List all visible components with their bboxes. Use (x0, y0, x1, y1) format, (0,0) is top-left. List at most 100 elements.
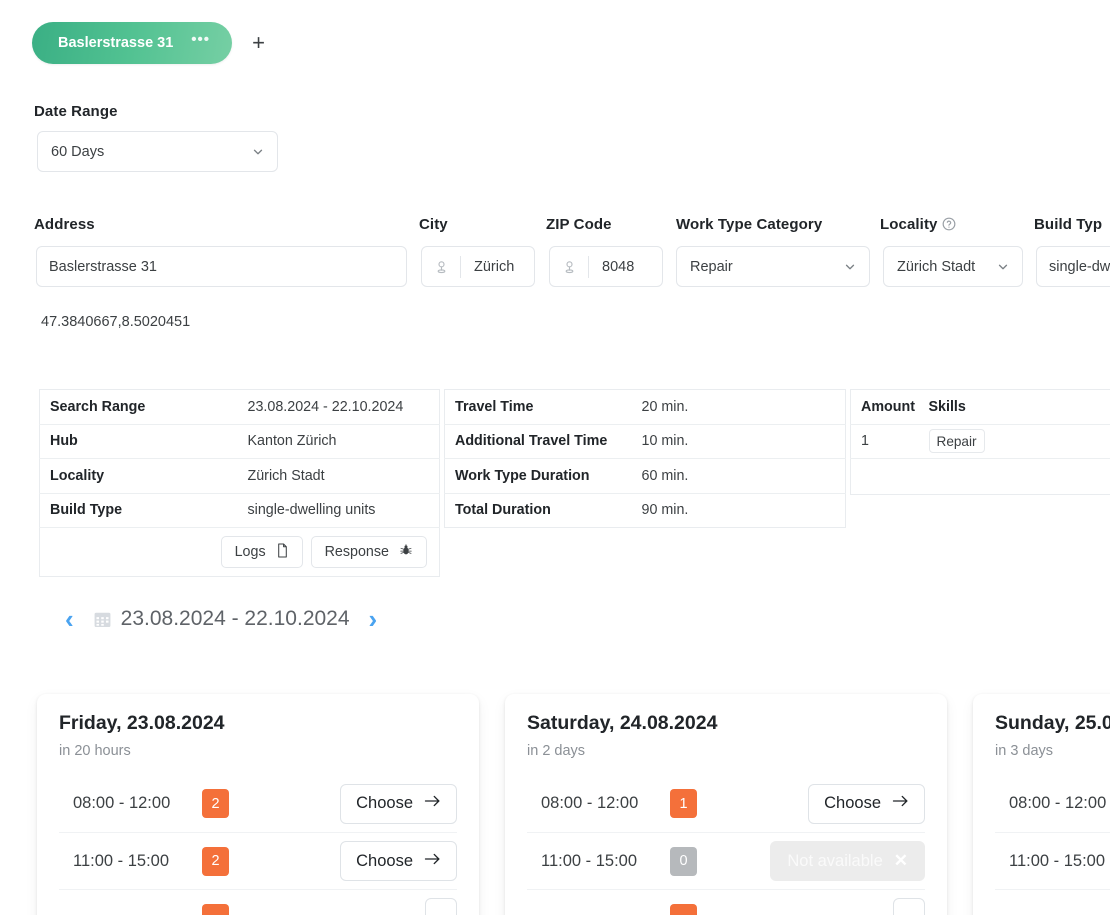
app-root: Baslerstrasse 31 ••• + Date Range 60 Day… (0, 0, 1110, 915)
summary-key-0: Search Range (39, 389, 238, 425)
not-available-label: Not available (787, 851, 883, 870)
add-tab-button[interactable]: + (246, 30, 271, 56)
work-type-category-select[interactable]: Repair (676, 246, 870, 287)
day-card-relative: in 2 days (527, 743, 586, 759)
day-cards: Friday, 23.08.2024 in 20 hours 08:00 - 1… (0, 694, 1110, 915)
duration-key-3: Total Duration (455, 502, 551, 519)
timeslot-row: 08:00 - 12:00 1 Choose (527, 775, 925, 832)
skills-cell-0: Repair (918, 424, 1110, 459)
skills-header-amount: Amount (850, 389, 919, 425)
summary-key-3: Build Type (39, 493, 238, 528)
table-row: Locality Zürich Stadt (39, 458, 440, 494)
timeslot-time: 08:00 - 12:00 (73, 794, 171, 812)
duration-value-1: 10 min. (631, 424, 846, 459)
choose-button[interactable]: Choose (808, 783, 925, 824)
zip-input[interactable]: 8048 (549, 246, 663, 287)
skills-amount-0: 1 (850, 424, 919, 459)
timeslot-count-badge: 2 (202, 789, 229, 818)
timeslot-row: 08:00 - 12:00 (995, 775, 1110, 832)
locality-select[interactable]: Zürich Stadt (883, 246, 1023, 287)
duration-table: Travel Time 20 min. Additional Travel Ti… (444, 389, 846, 528)
summary-table: Search Range 23.08.2024 - 22.10.2024 Hub… (39, 389, 440, 577)
timeslot-row: 11:00 - 15:00 0 Not available ✕ (527, 832, 925, 889)
help-circle-icon[interactable] (942, 217, 956, 231)
zip-value: 8048 (602, 258, 635, 275)
timeslot-count-badge: 2 (202, 846, 229, 876)
not-available-button: Not available ✕ (770, 841, 925, 881)
date-range-select[interactable]: 60 Days (37, 131, 278, 172)
build-type-select[interactable]: single-dw (1036, 246, 1110, 287)
summary-actions-cell: Logs Response (40, 528, 440, 577)
day-card-relative: in 3 days (995, 743, 1054, 759)
prev-range-button[interactable]: ‹ (62, 606, 77, 632)
timeslot-time: 08:00 - 12:00 (1009, 794, 1107, 812)
map-pin-icon (422, 258, 460, 275)
choose-button[interactable] (425, 898, 457, 915)
timeslot-row: 08:00 - 12:00 2 Choose (59, 775, 457, 832)
timeslot-count-badge (670, 903, 697, 915)
duration-key-0: Travel Time (444, 389, 632, 425)
range-display: 23.08.2024 - 22.10.2024 (93, 607, 350, 631)
tab-label: Baslerstrasse 31 (58, 35, 174, 51)
timeslot-count-badge: 1 (670, 789, 697, 818)
summary-value-1: Kanton Zürich (237, 424, 440, 459)
close-icon: ✕ (893, 851, 908, 870)
timeslot-row-partial (995, 889, 1110, 915)
timeslot-count-badge: 0 (670, 846, 697, 876)
table-row: Total Duration 90 min. (445, 493, 846, 528)
form-labels-row: Address City ZIP Code Work Type Category… (0, 216, 1110, 238)
tab-baslerstrasse-31[interactable]: Baslerstrasse 31 ••• (32, 22, 233, 64)
document-icon (276, 542, 289, 562)
city-input[interactable]: Zürich (421, 246, 535, 287)
summary-actions-row: Logs Response (40, 528, 440, 577)
response-button[interactable]: Response (310, 536, 427, 568)
calendar-icon (93, 610, 112, 629)
duration-key-1: Additional Travel Time (444, 424, 632, 459)
skills-header-skills: Skills (918, 389, 1110, 425)
range-navigation: ‹ 23.08.2024 - 22.10.2024 › (62, 606, 380, 632)
duration-value-3: 90 min. (641, 502, 689, 519)
map-pin-icon (550, 258, 588, 275)
timeslot-time: 11:00 - 15:00 (541, 851, 638, 870)
skill-chip: Repair (928, 429, 985, 454)
timeslot-row: 11:00 - 15:00 2 Choose (59, 832, 457, 889)
timeslot-count-badge (202, 903, 229, 915)
chevron-down-icon (251, 145, 265, 159)
choose-button-label: Choose (356, 851, 413, 870)
table-row: Search Range 23.08.2024 - 22.10.2024 (39, 389, 440, 425)
day-card-saturday: Saturday, 24.08.2024 in 2 days 08:00 - 1… (505, 694, 947, 915)
summary-value-0: 23.08.2024 - 22.10.2024 (237, 389, 440, 425)
day-card-title: Friday, 23.08.2024 (59, 712, 225, 734)
coordinates-text: 47.3840667,8.5020451 (41, 314, 191, 330)
bug-icon (399, 543, 413, 561)
day-card-sunday: Sunday, 25.08 in 3 days 08:00 - 12:00 11… (973, 694, 1110, 915)
response-button-label: Response (324, 544, 389, 560)
day-card-title: Saturday, 24.08.2024 (527, 712, 718, 734)
choose-button[interactable]: Choose (340, 841, 457, 881)
summary-value-3: single-dwelling units (237, 493, 440, 528)
day-card-relative: in 20 hours (59, 743, 131, 759)
table-row: 1 Repair (850, 424, 1110, 459)
arrow-right-icon (892, 794, 909, 813)
timeslot-row-partial (59, 889, 457, 915)
tab-options-icon[interactable]: ••• (191, 32, 210, 47)
table-row: Hub Kanton Zürich (39, 424, 440, 459)
next-range-button[interactable]: › (366, 606, 381, 632)
locality-label: Locality (880, 216, 956, 233)
duration-key-2: Work Type Duration (444, 458, 632, 494)
summary-key-2: Locality (39, 458, 238, 494)
chevron-down-icon (843, 260, 857, 274)
table-row: Build Type single-dwelling units (39, 493, 440, 528)
logs-button[interactable]: Logs (220, 536, 303, 568)
city-label: City (419, 216, 448, 233)
day-card-friday: Friday, 23.08.2024 in 20 hours 08:00 - 1… (37, 694, 479, 915)
address-input[interactable]: Baslerstrasse 31 (36, 246, 407, 287)
form-fields-row: Baslerstrasse 31 Zürich 8048 Repair Züri… (0, 246, 1110, 287)
date-range-value: 60 Days (51, 143, 105, 160)
choose-button[interactable]: Choose (340, 783, 457, 824)
table-header-row: Amount Skills (850, 389, 1110, 425)
duration-value-2: 60 min. (631, 458, 846, 494)
choose-button[interactable] (893, 898, 925, 915)
skills-blank-0 (851, 459, 919, 495)
tab-bar: Baslerstrasse 31 ••• + (32, 22, 271, 64)
